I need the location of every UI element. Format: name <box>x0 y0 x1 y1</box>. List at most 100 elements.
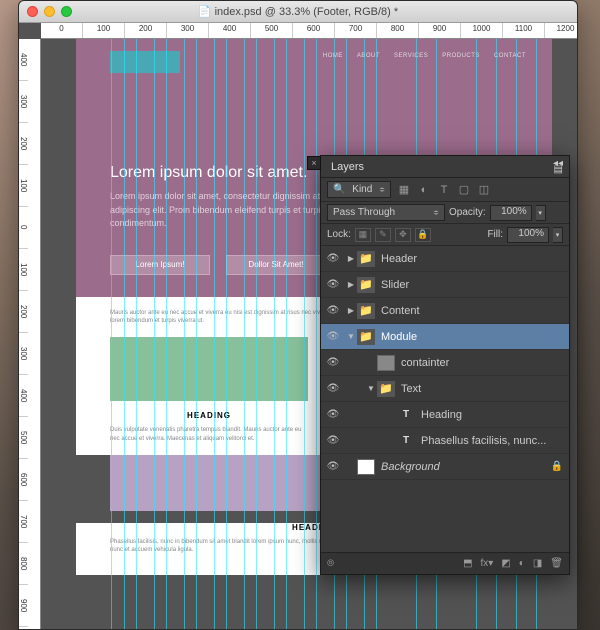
nav-item: SERVICES <box>394 53 428 59</box>
disclosure-triangle[interactable]: ▼ <box>365 384 377 393</box>
disclosure-triangle[interactable]: ▶ <box>345 280 357 289</box>
layer-name[interactable]: Module <box>381 331 563 343</box>
visibility-toggle[interactable]: 👁 <box>321 357 345 368</box>
blend-mode-select[interactable]: Pass Through≑ <box>327 204 445 221</box>
ruler-tick: 700 <box>335 23 377 38</box>
ruler-horizontal[interactable]: 0100200300400500600700800900100011001200 <box>41 23 577 39</box>
ruler-tick: 1100 <box>503 23 545 38</box>
layer-thumbnail[interactable] <box>357 329 375 345</box>
opacity-stepper[interactable]: ▾ <box>536 205 546 221</box>
layer-name[interactable]: Header <box>381 253 563 265</box>
visibility-toggle[interactable]: 👁 <box>321 253 345 264</box>
ruler-tick: 800 <box>19 543 28 585</box>
ruler-tick: 200 <box>19 291 28 333</box>
layer-name[interactable]: containter <box>401 357 563 369</box>
layers-footer-button[interactable]: ◩ <box>501 558 510 569</box>
visibility-toggle[interactable]: 👁 <box>321 435 345 446</box>
layers-panel-footer: ⦾ ⬒ fx▾ ◩ ◐ ◨ 🗑 <box>321 552 569 574</box>
layer-thumbnail[interactable] <box>357 251 375 267</box>
layer-thumbnail[interactable] <box>377 381 395 397</box>
layer-thumbnail[interactable] <box>357 303 375 319</box>
layer-thumbnail[interactable] <box>397 433 415 449</box>
visibility-toggle[interactable]: 👁 <box>321 461 345 472</box>
layers-panel-tabbar: Layers ◂◂ ▤ <box>321 156 569 178</box>
layer-row[interactable]: 👁 ▼ Text <box>321 376 569 402</box>
layer-thumbnail[interactable] <box>397 407 415 423</box>
layer-thumbnail[interactable] <box>357 277 375 293</box>
fill-stepper[interactable]: ▾ <box>553 227 563 243</box>
lock-row: Lock: ▦ ✎ ✥ 🔒 Fill: 100% ▾ <box>321 224 569 246</box>
layers-footer-button[interactable]: ⬒ <box>463 558 472 569</box>
hero-button-2: Dollor Sit Amet! <box>226 255 326 275</box>
disclosure-triangle[interactable]: ▼ <box>345 332 357 341</box>
layer-name[interactable]: Slider <box>381 279 563 291</box>
filter-type-icon[interactable]: T <box>435 182 453 198</box>
layer-thumbnail[interactable] <box>377 355 395 371</box>
ruler-tick: 100 <box>83 23 125 38</box>
layers-tab[interactable]: Layers <box>331 161 364 173</box>
ruler-tick: 800 <box>377 23 419 38</box>
card-image <box>110 337 308 401</box>
layers-footer-button[interactable]: ◨ <box>533 558 542 569</box>
ruler-tick: 400 <box>209 23 251 38</box>
ruler-tick: 600 <box>293 23 335 38</box>
layer-row[interactable]: 👁▶ Content <box>321 298 569 324</box>
blend-row: Pass Through≑ Opacity: 100% ▾ <box>321 202 569 224</box>
disclosure-triangle[interactable]: ▶ <box>345 306 357 315</box>
ruler-tick: 200 <box>125 23 167 38</box>
layer-name[interactable]: Heading <box>421 409 563 421</box>
filter-type-icon[interactable]: ▢ <box>455 182 473 198</box>
layer-row[interactable]: 👁 Heading <box>321 402 569 428</box>
ruler-tick: 500 <box>19 417 28 459</box>
layer-row[interactable]: 👁▼ Module <box>321 324 569 350</box>
layers-panel[interactable]: × Layers ◂◂ ▤ 🔍Kind≑ ▦◐T▢◫ Pass Through≑… <box>320 155 570 575</box>
window-title: 📄 index.psd @ 33.3% (Footer, RGB/8) * <box>19 5 577 18</box>
link-layers-icon[interactable]: ⦾ <box>327 558 334 569</box>
visibility-toggle[interactable]: 👁 <box>321 383 345 394</box>
ruler-tick: 300 <box>19 81 28 123</box>
visibility-toggle[interactable]: 👁 <box>321 279 345 290</box>
site-nav: HOMEABOUTSERVICESPRODUCTSCONTACT <box>323 53 526 59</box>
fill-input[interactable]: 100% <box>507 227 549 243</box>
layer-row[interactable]: 👁▶ Header <box>321 246 569 272</box>
nav-item: HOME <box>323 53 343 59</box>
ruler-tick: 200 <box>19 123 28 165</box>
disclosure-triangle[interactable]: ▶ <box>345 254 357 263</box>
layers-footer-button[interactable]: ◐ <box>519 558 525 569</box>
filter-type-icon[interactable]: ◫ <box>475 182 493 198</box>
card-paragraph: Duis vulputate venenatis pharetra tempus… <box>110 426 308 443</box>
layer-tree[interactable]: 👁▶Header👁▶Slider👁▶Content👁▼Module👁contai… <box>321 246 569 536</box>
lock-all-icon[interactable]: 🔒 <box>415 228 431 242</box>
filter-type-icon[interactable]: ◐ <box>415 182 433 198</box>
layer-name[interactable]: Content <box>381 305 563 317</box>
layer-row[interactable]: 👁Background🔒 <box>321 454 569 480</box>
ruler-tick: 1000 <box>19 627 28 629</box>
visibility-toggle[interactable]: 👁 <box>321 409 345 420</box>
layers-footer-button[interactable]: 🗑 <box>550 558 563 569</box>
layer-filter-row: 🔍Kind≑ ▦◐T▢◫ <box>321 178 569 202</box>
filter-kind-select[interactable]: 🔍Kind≑ <box>327 181 391 198</box>
ruler-tick: 700 <box>19 501 28 543</box>
hero-button-1: Lorem Ipsum! <box>110 255 210 275</box>
ruler-tick: 0 <box>41 23 83 38</box>
layer-name[interactable]: Background <box>381 461 551 473</box>
layer-row[interactable]: 👁▶ Slider <box>321 272 569 298</box>
layer-name[interactable]: Text <box>401 383 563 395</box>
ruler-vertical[interactable]: 4003002001000100200300400500600700800900… <box>19 39 41 629</box>
lock-image-icon[interactable]: ✎ <box>375 228 391 242</box>
ruler-tick: 100 <box>19 165 28 207</box>
layer-row[interactable]: 👁 containter <box>321 350 569 376</box>
filter-type-icon[interactable]: ▦ <box>395 182 413 198</box>
panel-menu-icon[interactable]: ▤ <box>554 164 563 175</box>
opacity-input[interactable]: 100% <box>490 205 532 221</box>
ruler-tick: 600 <box>19 459 28 501</box>
layer-name[interactable]: Phasellus facilisis, nunc... <box>421 435 563 447</box>
layer-thumbnail[interactable] <box>357 459 375 475</box>
visibility-toggle[interactable]: 👁 <box>321 331 345 342</box>
visibility-toggle[interactable]: 👁 <box>321 305 345 316</box>
lock-transparent-icon[interactable]: ▦ <box>355 228 371 242</box>
lock-position-icon[interactable]: ✥ <box>395 228 411 242</box>
panel-collapse-button[interactable]: × <box>307 156 321 170</box>
layer-row[interactable]: 👁 Phasellus facilisis, nunc... <box>321 428 569 454</box>
layers-footer-button[interactable]: fx▾ <box>481 558 494 569</box>
